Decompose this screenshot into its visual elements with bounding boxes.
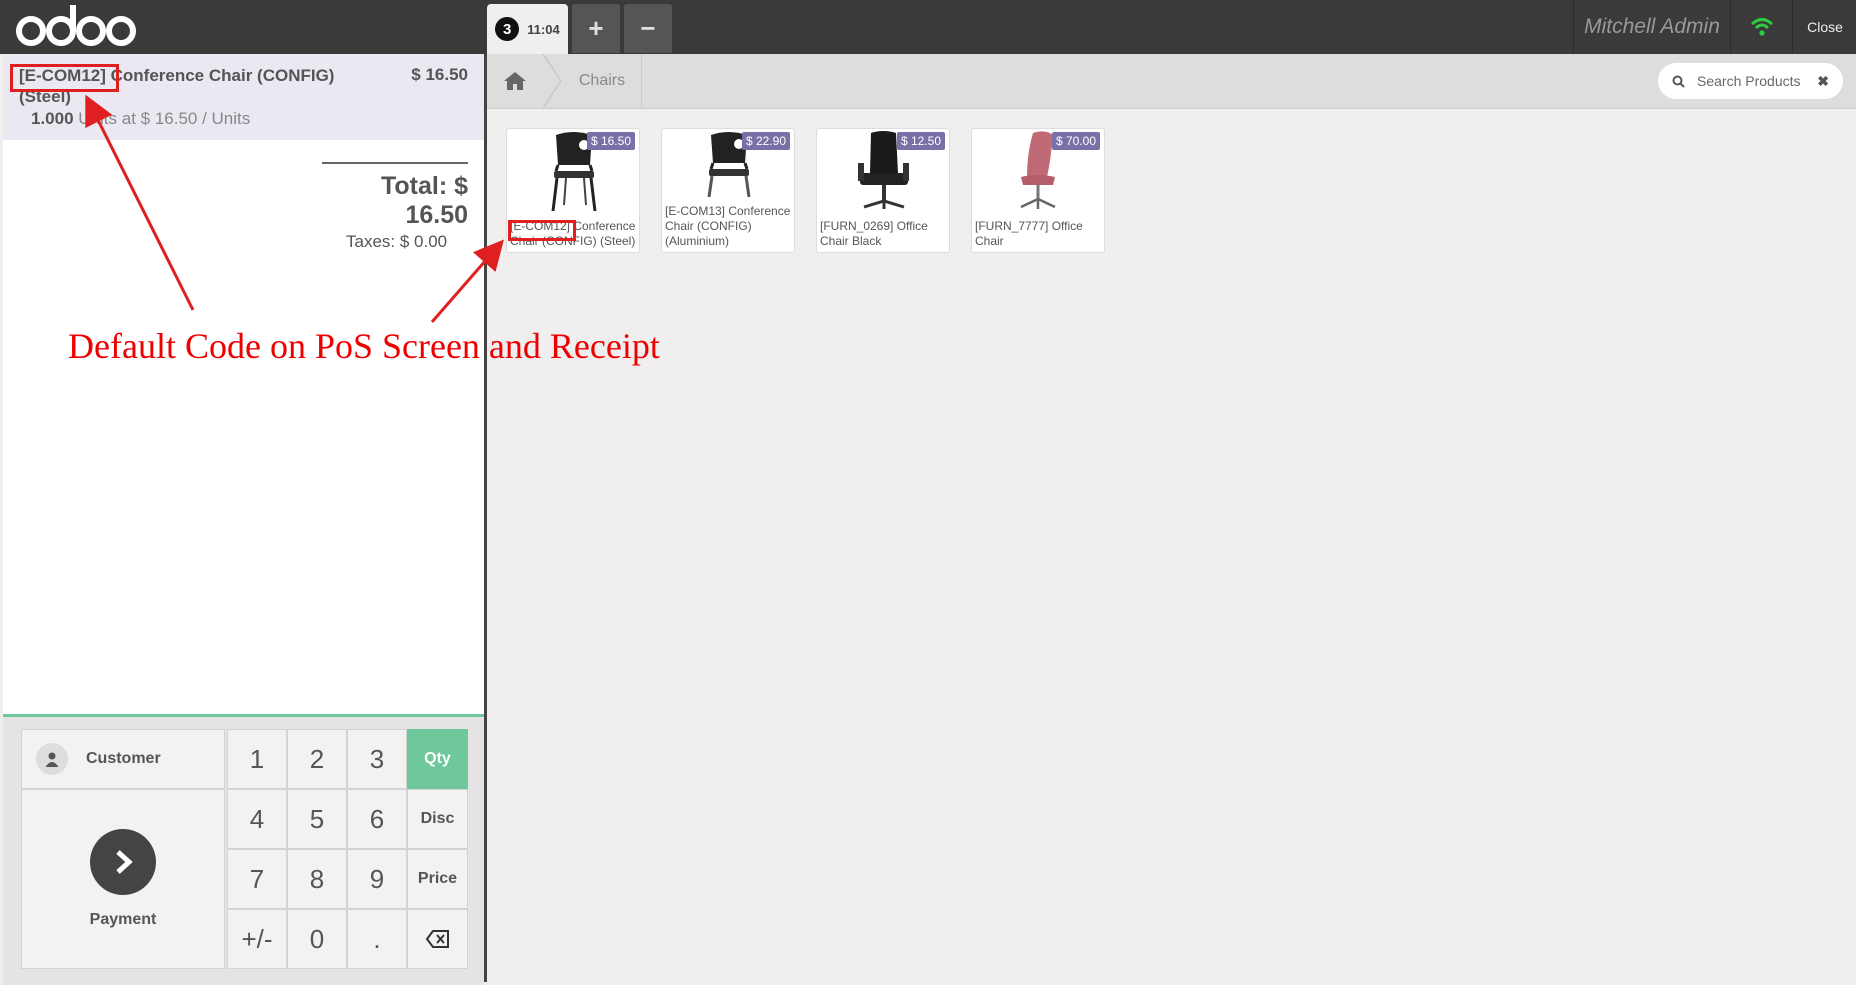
numpad-8[interactable]: 8: [287, 849, 347, 909]
backspace-button[interactable]: [407, 909, 468, 969]
search-box[interactable]: Search Products ✖: [1658, 63, 1843, 99]
product-price: $ 70.00: [1051, 132, 1100, 150]
close-button[interactable]: Close: [1792, 0, 1856, 54]
customer-button[interactable]: Customer: [21, 729, 225, 789]
product-name: [E-COM13] Conference Chair (CONFIG) (Alu…: [665, 204, 791, 248]
user-icon: [36, 743, 68, 775]
order-number-badge: 3: [495, 17, 520, 41]
numpad-4[interactable]: 4: [227, 789, 287, 849]
search-input[interactable]: Search Products: [1697, 73, 1817, 89]
order-line-unit-info: Units at $ 16.50 / Units: [78, 109, 251, 128]
order-panel: [E-COM12] Conference Chair (CONFIG) (Ste…: [3, 54, 487, 985]
numpad-9[interactable]: 9: [347, 849, 407, 909]
category-bar: Chairs Search Products ✖: [487, 54, 1856, 109]
plus-icon: +: [588, 13, 604, 43]
numpad-1[interactable]: 1: [227, 729, 287, 789]
product-card[interactable]: $ 22.90 [E-COM13] Conference Chair (CONF…: [661, 128, 795, 253]
mode-qty-button[interactable]: Qty: [407, 729, 468, 789]
remove-order-button[interactable]: −: [624, 4, 672, 53]
product-price: $ 16.50: [586, 132, 635, 150]
product-price: $ 22.90: [741, 132, 790, 150]
numpad-6[interactable]: 6: [347, 789, 407, 849]
order-time: 11:04: [527, 21, 560, 37]
order-line-price: $ 16.50: [411, 65, 468, 84]
user-name[interactable]: Mitchell Admin: [1573, 0, 1730, 54]
product-card[interactable]: $ 70.00 [FURN_7777] Office Chair: [971, 128, 1105, 253]
wifi-icon: [1750, 18, 1774, 36]
top-bar: 3 11:04 + − Mitchell Admin Close: [0, 0, 1856, 54]
backspace-icon: [425, 930, 449, 948]
highlight-box-order-code: [10, 64, 119, 92]
connection-status[interactable]: [1730, 0, 1793, 54]
payment-label: Payment: [89, 911, 157, 928]
product-screen: Chairs Search Products ✖ $ 16.50 [E-COM1…: [487, 54, 1856, 982]
highlight-box-product-code: [508, 220, 576, 241]
order-line-qty: 1.000: [31, 109, 74, 128]
numpad-3[interactable]: 3: [347, 729, 407, 789]
breadcrumb-chairs[interactable]: Chairs: [563, 54, 642, 108]
control-buttons: Customer Payment 1 2 3 Qty 4 5 6 Disc 7 …: [3, 714, 484, 985]
odoo-logo: [16, 5, 136, 46]
numpad-2[interactable]: 2: [287, 729, 347, 789]
numpad-0[interactable]: 0: [287, 909, 347, 969]
search-icon: [1672, 75, 1685, 88]
order-line-info: 1.000 Units at $ 16.50 / Units: [31, 109, 250, 129]
product-card[interactable]: $ 12.50 [FURN_0269] Office Chair Black: [816, 128, 950, 253]
order-tab[interactable]: 3 11:04: [487, 4, 568, 54]
payment-button[interactable]: Payment: [21, 789, 225, 969]
add-order-button[interactable]: +: [572, 4, 620, 53]
numpad-7[interactable]: 7: [227, 849, 287, 909]
order-taxes: Taxes: $ 0.00: [346, 232, 448, 251]
order-summary: Total: $ 16.50 Taxes: $ 0.00: [322, 162, 468, 252]
product-name: [FURN_7777] Office Chair: [975, 219, 1083, 248]
home-icon: [504, 72, 526, 90]
numpad-5[interactable]: 5: [287, 789, 347, 849]
chevron-right-icon: [90, 829, 156, 895]
product-price: $ 12.50: [896, 132, 945, 150]
numpad-plus-minus[interactable]: +/-: [227, 909, 287, 969]
home-button[interactable]: [487, 54, 543, 108]
product-name: [FURN_0269] Office Chair Black: [820, 219, 928, 248]
mode-disc-button[interactable]: Disc: [407, 789, 468, 849]
minus-icon: −: [640, 13, 656, 43]
customer-label: Customer: [86, 750, 161, 767]
breadcrumb-separator: [543, 54, 562, 108]
numpad-dot[interactable]: .: [347, 909, 407, 969]
clear-search-icon[interactable]: ✖: [1817, 73, 1829, 90]
mode-price-button[interactable]: Price: [407, 849, 468, 909]
order-total: Total: $ 16.50: [380, 172, 468, 229]
annotation-caption: Default Code on PoS Screen and Receipt: [68, 326, 660, 366]
